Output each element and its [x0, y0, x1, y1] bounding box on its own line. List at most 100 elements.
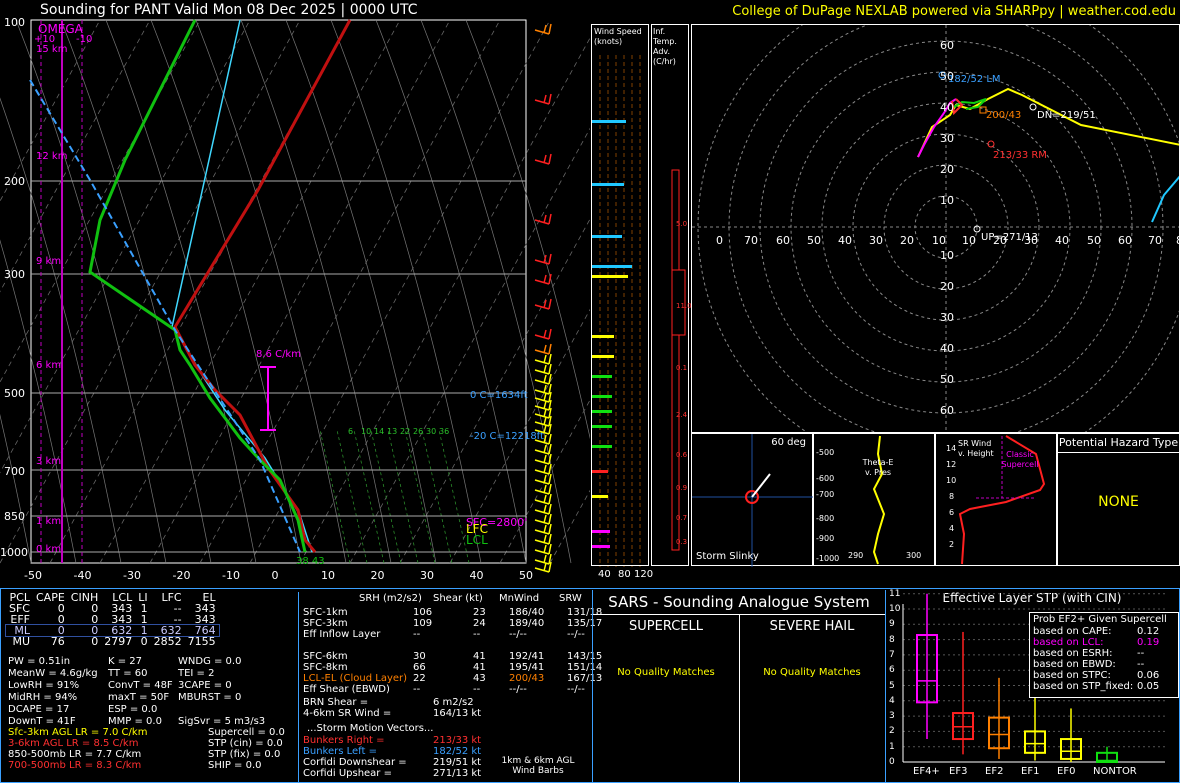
param-cell: 0	[140, 635, 148, 648]
hodo-lm-label: 182/52 LM	[948, 74, 1001, 85]
kin-cell: Eff Inflow Layer	[303, 629, 381, 640]
temp-tick: -10	[222, 569, 240, 582]
height-9km: 9 km	[36, 256, 62, 267]
stp-box	[952, 631, 974, 755]
hodo-x-tick: 40	[1055, 234, 1069, 247]
kin-cell: --/--	[567, 684, 585, 695]
stp-y-tick: 10	[889, 604, 901, 614]
misc-param: MMP = 0.0	[108, 716, 162, 727]
motion-value: 219/51 kt	[433, 757, 482, 768]
hodo-rm-label: 213/33 RM	[993, 150, 1047, 161]
temp-tick: 0	[271, 569, 279, 582]
wind-barb	[534, 493, 552, 505]
brn-label: BRN Shear =	[303, 697, 369, 708]
kin-cell: 24	[473, 618, 486, 629]
misc-param: ESP = 0.0	[108, 704, 158, 715]
mixing-ratio-label: 10	[361, 427, 371, 436]
hodo-x-tick: 60	[776, 234, 790, 247]
omega-tick-minus: -10	[76, 34, 93, 45]
wind-barb	[534, 153, 552, 165]
wind-barb	[534, 523, 552, 535]
wind-speed-panel: Wind Speed (knots)	[591, 24, 649, 567]
misc-param: MeanW = 4.6g/kg	[8, 668, 98, 679]
theta-e-panel: Theta-E v. Pres -500 -600 -700 -800 -900…	[813, 433, 935, 566]
parcel-table: PCL CAPE CINH LCL LI LFC EL SFC 0 0 343 1 -- 343 EFF 0 0…	[5, 592, 220, 648]
param-cell: MU	[12, 635, 30, 648]
height-1km: 1 km	[36, 516, 62, 527]
hodo-y-tick: 40	[940, 101, 954, 114]
misc-param: WNDG = 0.0	[178, 656, 242, 667]
kin-cell: 192/41	[509, 651, 545, 662]
wind-barb	[534, 473, 552, 485]
mixing-ratio-label: 36	[439, 427, 449, 436]
mixing-ratio-label: 13	[387, 427, 397, 436]
dewpoint-line	[88, 19, 307, 553]
temp-tick: 20	[370, 569, 385, 582]
misc-param: SigSvr = 5 m3/s3	[178, 716, 266, 727]
stp-y-tick: 3	[889, 711, 895, 722]
sars-supercell-value: No Quality Matches	[617, 667, 715, 678]
motion-label: Corfidi Downshear =	[303, 757, 407, 768]
ptick-1000: 1000	[0, 546, 28, 559]
prob-value: 0.19	[1137, 637, 1160, 648]
parcel-trace	[29, 79, 301, 553]
wind-speed-bar	[592, 530, 610, 533]
stp-box	[988, 677, 1010, 759]
hodo-dn-marker	[1029, 103, 1037, 111]
kin-cell: SFC-3km	[303, 618, 348, 629]
hodo-x-tick: 30	[869, 234, 883, 247]
stp-y-tick: 7	[889, 649, 895, 660]
mixing-ratio-label: 26	[413, 427, 423, 436]
hodo-y-tick: 30	[940, 311, 954, 324]
wind-speed-bar	[592, 335, 614, 338]
wind-speed-bar	[592, 410, 612, 413]
storm-slinky-panel: 60 deg Storm Slinky	[691, 433, 814, 567]
param-cell: 7155	[187, 635, 216, 648]
stp-y-tick: 8	[889, 634, 895, 645]
hodo-x-tick: 60	[1118, 234, 1132, 247]
prob-label: based on ESRH:	[1033, 648, 1113, 659]
ptick-300: 300	[4, 268, 25, 281]
misc-param: TEI = 2	[178, 668, 215, 679]
wind-barb	[534, 23, 552, 35]
temperature-line	[173, 19, 352, 553]
wind-barb	[534, 343, 552, 355]
kin-cell: --/--	[509, 629, 527, 640]
hodo-x-tick: 10	[932, 234, 946, 247]
hodo-x-tick: 30	[1024, 234, 1038, 247]
wind-barb	[534, 213, 552, 225]
wind-barb	[534, 443, 552, 455]
lapse-rate-label: 8.6 C/km	[256, 349, 301, 360]
stp-category: EF4+	[913, 766, 940, 777]
wind-speed-bar	[592, 375, 612, 378]
ptick-850: 850	[4, 510, 25, 523]
prob-label: based on EBWD:	[1033, 659, 1116, 670]
kin-cell: 186/40	[509, 607, 545, 618]
isotherms	[0, 19, 590, 564]
stp-category: EF0	[1057, 766, 1076, 777]
lapse-bar	[260, 366, 276, 431]
kin-cell: --/--	[509, 684, 527, 695]
lapse-rate: 850-500mb LR = 7.7 C/km	[8, 749, 142, 760]
stp-y-tick: 4	[889, 695, 895, 706]
wind-barb	[534, 363, 552, 375]
ptick-100: 100	[4, 16, 25, 29]
kin-header: MnWind	[499, 593, 540, 604]
stp-y-tick: 11	[889, 588, 901, 599]
classic-supercell-label: Classic Supercell	[1001, 450, 1039, 469]
hodo-y-tick: 60	[940, 404, 954, 417]
kin-cell: SFC-6km	[303, 651, 348, 662]
misc-param: TT = 60	[108, 668, 148, 679]
height-12km: 12 km	[36, 151, 68, 162]
hazard-title: Potential Hazard Type	[1058, 434, 1179, 453]
motion-label: Bunkers Right =	[303, 735, 385, 746]
sars-hail-value: No Quality Matches	[763, 667, 861, 678]
kin-cell: 109	[413, 618, 433, 629]
composite-param: STP (cin) = 0.0	[208, 738, 283, 749]
ptick-200: 200	[4, 175, 25, 188]
composite-param: SHIP = 0.0	[208, 760, 262, 771]
param-cell: 76	[50, 635, 65, 648]
theta-title: Theta-E v. Pres	[862, 458, 894, 477]
wind-barb	[534, 513, 552, 525]
kin-cell: --	[413, 684, 421, 695]
